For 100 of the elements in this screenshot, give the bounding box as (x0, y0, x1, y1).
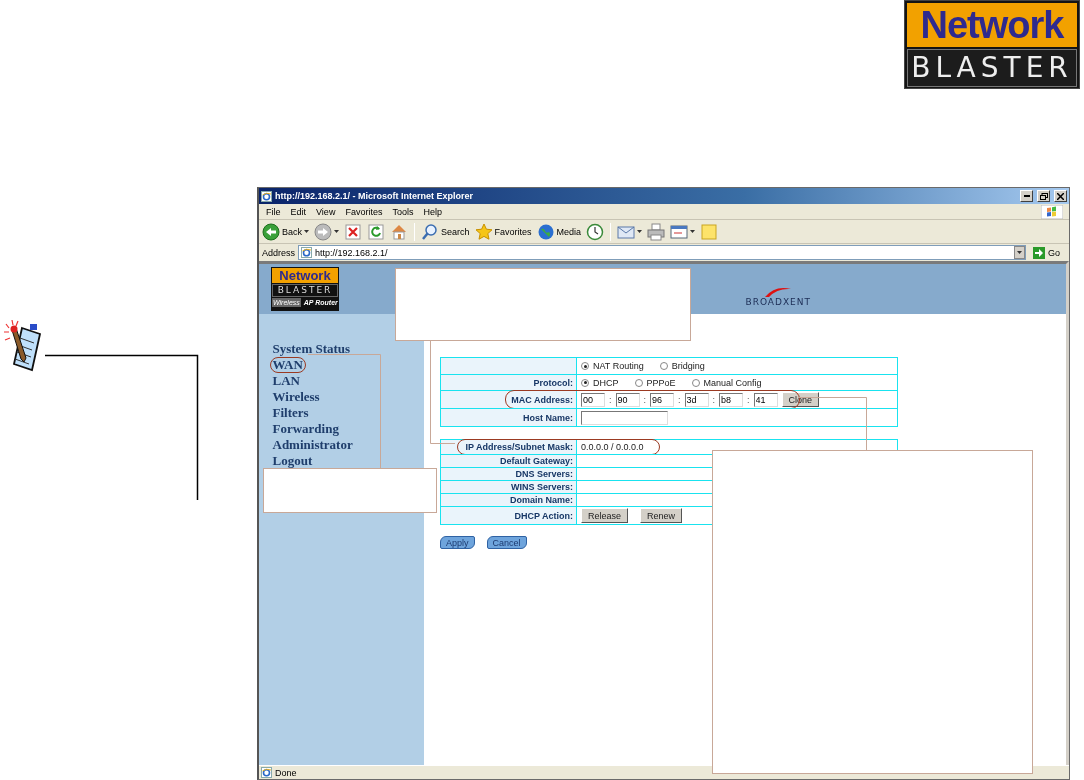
separator-text: : (643, 394, 647, 405)
menu-item[interactable]: View (311, 206, 341, 217)
minimize-button[interactable] (1020, 190, 1033, 202)
mac-octet-field[interactable]: 41 (753, 392, 778, 407)
mac-octet-field[interactable]: b8 (719, 392, 744, 407)
field-label: DNS Servers: (441, 468, 577, 480)
menu-item[interactable]: Edit (285, 206, 312, 217)
radio-button[interactable] (659, 362, 668, 370)
restore-icon (1039, 192, 1048, 200)
separator-text: : (712, 394, 716, 405)
nav-link[interactable]: System Status (269, 341, 354, 357)
browser-icon (301, 247, 313, 258)
radio-label: Bridging (671, 361, 705, 371)
status-text: Done (275, 767, 297, 778)
action-button[interactable]: Renew (640, 508, 683, 523)
arrow-right-icon (1033, 246, 1045, 259)
address-input[interactable]: http://192.168.2.1/ (315, 247, 1011, 258)
field-label: WINS Servers: (441, 481, 577, 493)
caret-icon (304, 230, 309, 233)
menu-item[interactable]: Tools (387, 206, 419, 217)
clock-icon (586, 222, 605, 241)
edit-button[interactable] (669, 222, 697, 241)
forward-button[interactable] (313, 222, 340, 241)
mac-octet-field[interactable]: 90 (615, 392, 640, 407)
radio-label: DHCP (593, 377, 619, 388)
nav-link[interactable]: LAN (269, 373, 303, 389)
browser-icon (261, 190, 272, 202)
logo-wordmark: BLASTER (272, 284, 338, 297)
favorites-button[interactable]: Favorites (473, 222, 533, 241)
refresh-button[interactable] (366, 222, 386, 241)
caret-icon (334, 230, 339, 233)
window-title: http://192.168.2.1/ - Microsoft Internet Explorer (275, 191, 475, 201)
dropdown-button[interactable] (1014, 246, 1025, 259)
radio-button[interactable] (581, 362, 589, 370)
nav-link[interactable]: WAN (269, 357, 306, 373)
separator-text: : (747, 394, 750, 405)
caret-icon (1017, 251, 1022, 254)
field-label: IP Address/Subnet Mask: (441, 440, 577, 454)
flag-icon (1041, 204, 1063, 219)
nav-link[interactable]: Logout (269, 453, 316, 469)
caret-icon (690, 230, 696, 233)
field-label: MAC Address: (441, 391, 577, 408)
back-button[interactable]: Back (261, 222, 310, 241)
field-label: Default Gateway: (441, 455, 577, 467)
menu-item[interactable]: Help (418, 206, 447, 217)
star-icon (474, 222, 493, 241)
stop-button[interactable] (343, 222, 363, 241)
printer-icon (647, 222, 666, 241)
media-button[interactable]: Media (535, 222, 583, 241)
nav-link[interactable]: Administrator (269, 437, 356, 453)
history-button[interactable] (585, 222, 606, 241)
radio-label: NAT Routing (593, 361, 644, 371)
minimize-icon (1023, 195, 1030, 197)
arrow-left-icon (262, 222, 280, 241)
field-label: DHCP Action: (441, 507, 577, 524)
mac-octet-field[interactable]: 96 (650, 392, 675, 407)
go-button[interactable]: Go (1029, 246, 1066, 259)
radio-label: PPPoE (646, 377, 676, 388)
window-icon (670, 222, 689, 241)
action-button[interactable]: Apply (440, 536, 475, 549)
globe-icon (536, 222, 555, 241)
note-icon (700, 222, 719, 241)
logo-wordmark: BLASTER (907, 49, 1077, 87)
stop-icon (344, 222, 362, 241)
menu-item[interactable]: File (261, 206, 286, 217)
close-button[interactable] (1054, 190, 1067, 202)
field-label: Protocol: (441, 375, 577, 390)
logo-wordmark: Network (272, 268, 338, 283)
clone-button[interactable]: Clone (781, 392, 820, 407)
nav-link[interactable]: Wireless (269, 389, 323, 405)
separator-text: : (678, 394, 681, 405)
address-field[interactable]: http://192.168.2.1/ (298, 245, 1026, 260)
print-button[interactable] (646, 222, 667, 241)
logo-wordmark: Network (907, 3, 1077, 47)
radio-button[interactable] (581, 378, 589, 387)
mac-octet-field[interactable]: 3d (684, 392, 709, 407)
search-button[interactable]: Search (420, 222, 471, 241)
radio-label: Manual Config (703, 377, 762, 388)
maximize-button[interactable] (1037, 190, 1050, 202)
search-icon (421, 222, 439, 241)
field-label: Domain Name: (441, 494, 577, 506)
separator-text: : (609, 394, 612, 405)
field-label: Host Name: (441, 409, 577, 426)
radio-button[interactable] (691, 378, 700, 387)
home-icon (390, 222, 408, 241)
close-icon (1057, 192, 1064, 200)
nav-link[interactable]: Forwarding (269, 421, 342, 437)
field-value: 0.0.0.0 / 0.0.0.0 (581, 442, 644, 452)
brand-name: BROADXENT (745, 297, 811, 307)
radio-button[interactable] (634, 378, 643, 387)
menu-item[interactable]: Favorites (340, 206, 388, 217)
action-button[interactable]: Release (581, 508, 629, 523)
action-button[interactable]: Cancel (486, 536, 527, 549)
nav-link[interactable]: Filters (269, 405, 312, 421)
address-label: Address (262, 247, 296, 258)
host-name-field[interactable] (581, 410, 668, 425)
refresh-icon (367, 222, 385, 241)
caret-icon (637, 230, 643, 233)
arrow-right-icon (314, 222, 332, 241)
mac-octet-field[interactable]: 00 (581, 392, 605, 407)
